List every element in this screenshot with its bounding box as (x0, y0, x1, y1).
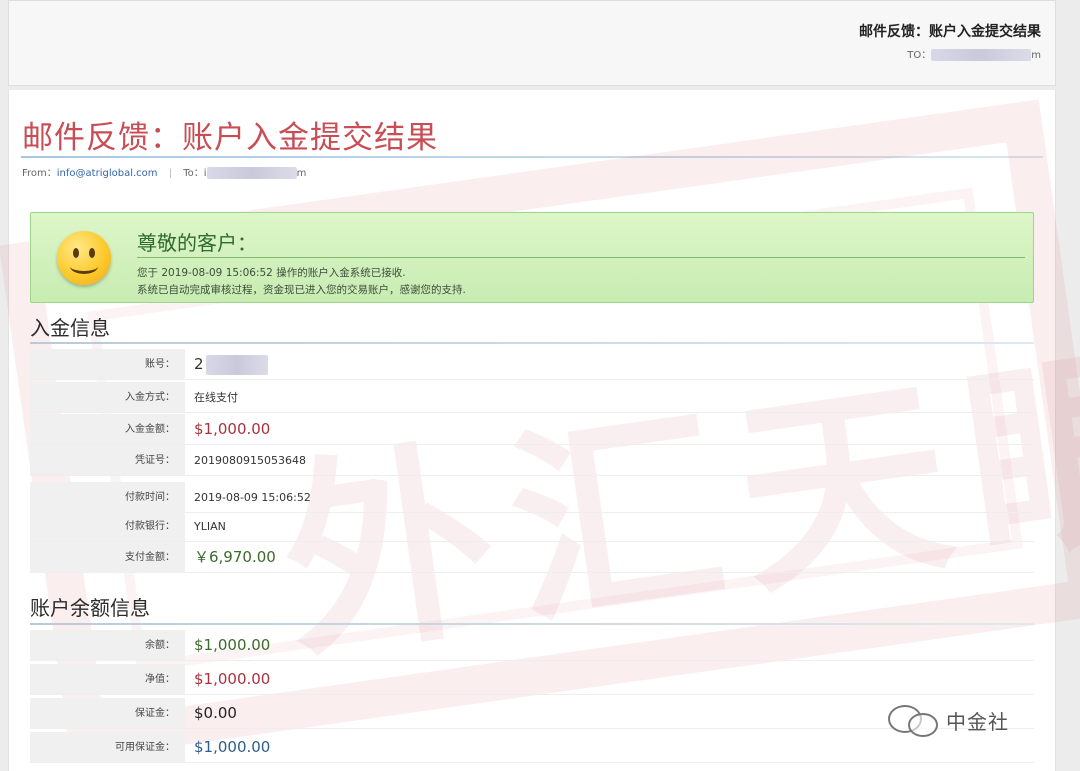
row-label: 可用保证金： (30, 732, 185, 763)
header-title: 邮件反馈：账户入金提交结果 (859, 24, 1041, 40)
smiley-right-eye (89, 248, 95, 258)
row-divider (30, 379, 1034, 380)
table-row: 付款时间： 2019-08-09 15:06:52 (30, 482, 1034, 513)
row-divider (30, 762, 1034, 763)
email-page: 邮件反馈：账户入金提交结果 TO： m 邮件反馈：账户入金提交结果 From：in… (0, 0, 1080, 771)
row-value: ￥6,970.00 (194, 548, 276, 566)
table-row: 账号： 2 (30, 349, 1034, 380)
row-divider (30, 728, 1034, 729)
table-row: 净值： $1,000.00 (30, 664, 1034, 695)
row-label: 余额： (30, 630, 185, 661)
row-value: YLIAN (194, 520, 226, 533)
table-row: 余额： $1,000.00 (30, 630, 1034, 661)
table-row: 入金金额： $1,000.00 (30, 414, 1034, 445)
banner-greeting: 尊敬的客户： (137, 231, 257, 255)
table-row: 入金方式： 在线支付 (30, 382, 1034, 413)
row-divider (30, 572, 1034, 573)
wechat-account-name: 中金社 (946, 709, 1009, 734)
banner-message-line2: 系统已自动完成审核过程，资金现已进入您的交易账户，感谢您的支持. (137, 284, 466, 296)
row-value: $1,000.00 (194, 670, 271, 688)
row-label: 支付金额： (30, 542, 185, 573)
balance-info-title: 账户余额信息 (30, 596, 150, 620)
smiley-left-eye (73, 248, 79, 258)
email-content: 尊敬的客户： 您于 2019-08-09 15:06:52 操作的账户入金系统已… (8, 90, 1056, 771)
row-label: 入金方式： (30, 382, 185, 413)
table-row: 保证金： $0.00 (30, 698, 1034, 729)
row-label: 付款银行： (30, 511, 185, 542)
success-banner: 尊敬的客户： 您于 2019-08-09 15:06:52 操作的账户入金系统已… (30, 212, 1034, 303)
wechat-bubble-small (908, 713, 938, 737)
header-to-suffix: m (1031, 50, 1041, 61)
header-to-label: TO： (907, 50, 932, 61)
row-value: $1,000.00 (194, 420, 271, 438)
row-value: 在线支付 (194, 391, 238, 404)
row-value: 2019080915053648 (194, 454, 306, 467)
row-value: $1,000.00 (194, 738, 271, 756)
wechat-watermark: 中金社 (888, 700, 1009, 740)
row-divider (30, 412, 1034, 413)
row-value: 2019-08-09 15:06:52 (194, 491, 311, 504)
row-divider (30, 660, 1034, 661)
row-label: 净值： (30, 664, 185, 695)
banner-divider (137, 257, 1025, 258)
banner-message-line1: 您于 2019-08-09 15:06:52 操作的账户入金系统已接收. (137, 267, 406, 279)
table-row: 支付金额： ￥6,970.00 (30, 542, 1034, 573)
row-value: 2 (194, 349, 268, 380)
row-label: 账号： (30, 349, 185, 380)
deposit-info-title: 入金信息 (30, 316, 110, 340)
table-row: 可用保证金： $1,000.00 (30, 732, 1034, 763)
header-recipient: TO： m (907, 46, 1041, 61)
row-label: 入金金额： (30, 414, 185, 445)
wechat-icon (888, 703, 940, 737)
table-row: 凭证号： 2019080915053648 (30, 445, 1034, 476)
smiley-mouth (70, 259, 98, 274)
row-divider (30, 694, 1034, 695)
redacted-recipient (931, 49, 1032, 61)
email-header-bar: 邮件反馈：账户入金提交结果 TO： m (8, 0, 1056, 86)
deposit-info-divider (30, 342, 1034, 344)
row-label: 凭证号： (30, 445, 185, 476)
smiley-face-icon (57, 231, 111, 285)
redacted-account (205, 354, 268, 375)
balance-info-divider (30, 623, 1034, 625)
account-number-value: 2 (194, 355, 204, 373)
row-label: 付款时间： (30, 482, 185, 513)
row-value: $0.00 (194, 704, 237, 722)
table-row: 付款银行： YLIAN (30, 511, 1034, 542)
row-divider (30, 475, 1034, 476)
row-label: 保证金： (30, 698, 185, 729)
row-value: $1,000.00 (194, 636, 271, 654)
